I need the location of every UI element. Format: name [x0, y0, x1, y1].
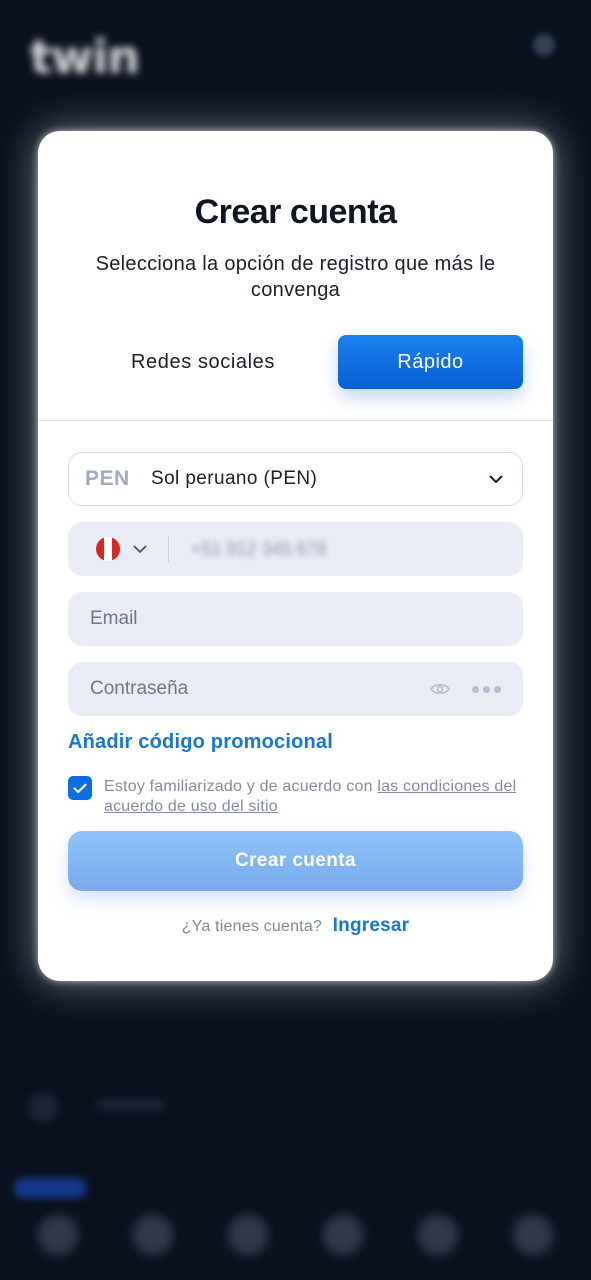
tab-social-networks[interactable]: Redes sociales	[76, 335, 330, 389]
nav-item-icon	[323, 1215, 364, 1255]
country-chevron-down-icon[interactable]	[130, 539, 150, 559]
create-account-button[interactable]: Crear cuenta	[68, 831, 523, 891]
add-promo-code-link[interactable]: Añadir código promocional	[68, 731, 333, 754]
nav-item-icon	[227, 1215, 268, 1255]
brand-logo: twin	[30, 30, 140, 84]
terms-text: Estoy familiarizado y de acuerdo con las…	[104, 777, 529, 817]
background-badge	[14, 1178, 86, 1198]
login-row: ¿Ya tienes cuenta? Ingresar	[38, 915, 553, 937]
login-prompt: ¿Ya tienes cuenta?	[181, 918, 323, 935]
terms-label: Estoy familiarizado y de acuerdo con	[104, 778, 378, 795]
password-field	[68, 662, 523, 716]
email-field	[68, 592, 523, 646]
phone-separator	[168, 536, 169, 562]
nav-item-icon	[37, 1215, 78, 1255]
more-options-icon[interactable]	[472, 685, 501, 693]
nav-item-icon	[418, 1215, 459, 1255]
terms-checkbox[interactable]	[68, 776, 92, 800]
peru-flag-icon[interactable]	[96, 537, 120, 561]
modal-subtitle: Selecciona la opción de registro que más…	[95, 253, 496, 301]
bottom-navigation	[0, 1200, 591, 1270]
currency-name: Sol peruano (PEN)	[151, 468, 318, 489]
nav-item-icon	[513, 1215, 554, 1255]
checkmark-icon	[73, 783, 87, 793]
password-input[interactable]	[90, 678, 430, 700]
nav-item-icon	[132, 1215, 173, 1255]
email-input[interactable]	[90, 608, 501, 630]
registration-modal: Crear cuenta Selecciona la opción de reg…	[38, 131, 553, 981]
eye-icon[interactable]	[430, 678, 452, 700]
tab-quick[interactable]: Rápido	[338, 335, 523, 389]
phone-field	[68, 522, 523, 576]
background-avatar	[28, 1092, 58, 1122]
menu-icon	[533, 34, 555, 56]
login-link[interactable]: Ingresar	[333, 915, 410, 936]
modal-title: Crear cuenta	[194, 193, 397, 231]
chevron-down-icon	[486, 469, 506, 489]
divider	[38, 420, 553, 421]
background-text-line	[96, 1100, 166, 1110]
phone-input[interactable]	[191, 538, 391, 560]
currency-select[interactable]: PEN Sol peruano (PEN)	[68, 452, 523, 506]
currency-code: PEN	[85, 467, 130, 490]
